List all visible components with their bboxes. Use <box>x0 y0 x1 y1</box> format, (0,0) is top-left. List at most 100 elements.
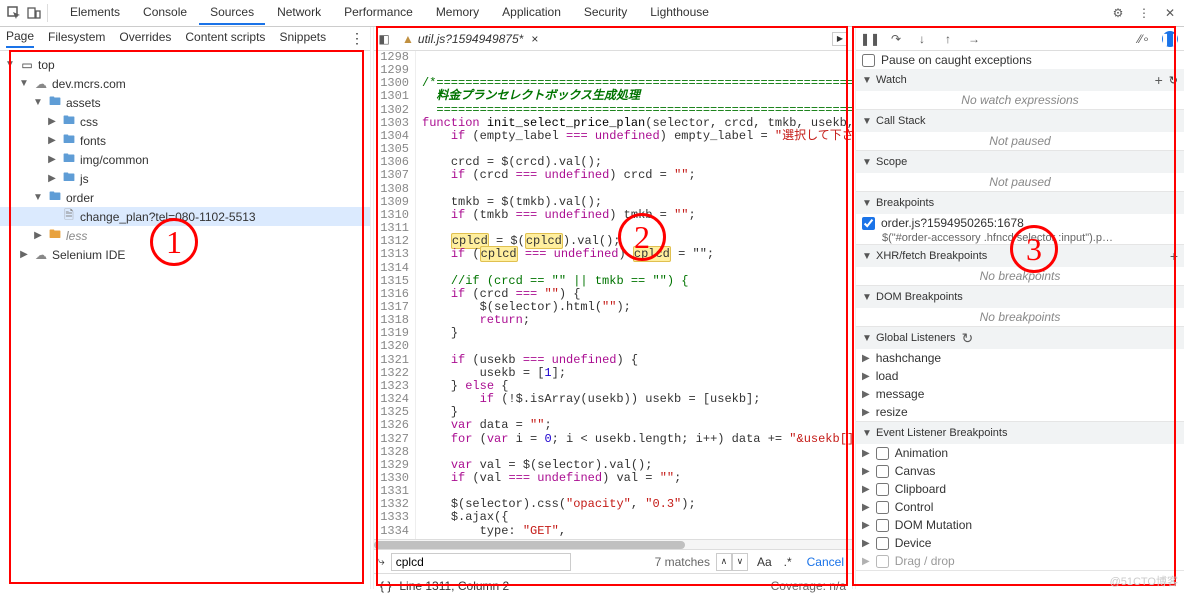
tab-memory[interactable]: Memory <box>425 1 490 25</box>
listener-item[interactable]: ▶resize <box>856 403 1184 421</box>
step-over-button[interactable]: ↷ <box>888 31 904 47</box>
label: fonts <box>80 134 106 148</box>
debugger-controls: ❚❚ ↷ ↓ ↑ → ⁄⁄∘ ❚❚ <box>856 27 1184 51</box>
tree-folder[interactable]: ▶🖿js <box>0 169 370 188</box>
listener-item[interactable]: ▶message <box>856 385 1184 403</box>
annotation-circle-1: 1 <box>150 218 198 266</box>
label: dev.mcrs.com <box>52 77 126 91</box>
step-button[interactable]: → <box>966 31 982 47</box>
tab-content-scripts[interactable]: Content scripts <box>185 30 265 47</box>
tree-top[interactable]: ▼▭top <box>0 55 370 74</box>
tab-performance[interactable]: Performance <box>333 1 424 25</box>
tab-snippets[interactable]: Snippets <box>279 30 326 47</box>
event-item[interactable]: ▶Drag / drop <box>856 552 1184 570</box>
pause-caught-checkbox[interactable] <box>862 54 875 67</box>
search-icon: ⤷ <box>378 555 385 569</box>
next-match-button[interactable]: ∨ <box>732 553 748 571</box>
label: Selenium IDE <box>52 248 125 262</box>
search-input[interactable] <box>391 553 571 571</box>
refresh-icon[interactable]: ↻ <box>962 330 974 347</box>
close-icon[interactable]: × <box>531 32 538 46</box>
tree-domain[interactable]: ▼☁dev.mcrs.com <box>0 74 370 93</box>
inspect-icon[interactable] <box>4 3 24 23</box>
listener-item[interactable]: ▶hashchange <box>856 349 1184 367</box>
prev-match-button[interactable]: ∧ <box>716 553 732 571</box>
warning-icon: ▲ <box>402 32 414 46</box>
listener-item[interactable]: ▶load <box>856 367 1184 385</box>
label: js <box>80 172 89 186</box>
panel-tabs: Elements Console Sources Network Perform… <box>59 1 1108 25</box>
file-tab[interactable]: ▲ util.js?1594949875* × <box>394 30 546 48</box>
label: order <box>66 191 94 205</box>
run-icon[interactable]: ▶ <box>832 32 848 46</box>
tab-security[interactable]: Security <box>573 1 638 25</box>
event-item[interactable]: ▶DOM Mutation <box>856 516 1184 534</box>
cancel-button[interactable]: Cancel <box>807 555 844 569</box>
step-out-button[interactable]: ↑ <box>940 31 956 47</box>
pause-caught-row[interactable]: Pause on caught exceptions <box>856 51 1184 69</box>
pause-button[interactable]: ❚❚ <box>862 31 878 47</box>
label: top <box>38 58 55 72</box>
file-name: util.js?1594949875* <box>418 32 523 46</box>
event-item[interactable]: ▶Device <box>856 534 1184 552</box>
xhr-empty: No breakpoints <box>856 267 1184 285</box>
deactivate-bp-button[interactable]: ⁄⁄∘ <box>1136 31 1152 47</box>
label: Pause on caught exceptions <box>881 53 1032 67</box>
watch-header[interactable]: ▼Watch+↻ <box>856 69 1184 91</box>
refresh-icon[interactable]: ↻ <box>1169 74 1178 87</box>
tab-application[interactable]: Application <box>491 1 572 25</box>
tab-lighthouse[interactable]: Lighthouse <box>639 1 720 25</box>
event-item[interactable]: ▶Canvas <box>856 462 1184 480</box>
history-icon[interactable]: ◧ <box>374 32 394 46</box>
pause-exceptions-button[interactable]: ❚❚ <box>1162 31 1178 47</box>
step-into-button[interactable]: ↓ <box>914 31 930 47</box>
main-toolbar: Elements Console Sources Network Perform… <box>0 0 1184 27</box>
event-header[interactable]: ▼Event Listener Breakpoints <box>856 422 1184 444</box>
tab-network[interactable]: Network <box>266 1 332 25</box>
status-bar: { } Line 1311, Column 2 Coverage: n/a <box>374 573 852 597</box>
tree-folder[interactable]: ▶🖿img/common <box>0 150 370 169</box>
tree-folder[interactable]: ▶🖿fonts <box>0 131 370 150</box>
editor-pane: ◧ ▲ util.js?1594949875* × ▶ 1298 1299 13… <box>374 27 852 589</box>
more-icon[interactable]: ⋮ <box>350 30 364 47</box>
tab-page[interactable]: Page <box>6 29 34 48</box>
event-item[interactable]: ▶Clipboard <box>856 480 1184 498</box>
close-icon[interactable]: ✕ <box>1160 3 1180 23</box>
navigator-tabs: Page Filesystem Overrides Content script… <box>0 27 370 51</box>
event-item[interactable]: ▶Animation <box>856 444 1184 462</box>
event-item[interactable]: ▶Control <box>856 498 1184 516</box>
tree-folder[interactable]: ▶🖿css <box>0 112 370 131</box>
breakpoints-header[interactable]: ▼Breakpoints <box>856 192 1184 214</box>
bp-checkbox[interactable] <box>862 217 875 230</box>
case-toggle[interactable]: Aa <box>754 555 775 569</box>
annotation-circle-3: 3 <box>1010 225 1058 273</box>
tab-console[interactable]: Console <box>132 1 198 25</box>
callstack-empty: Not paused <box>856 132 1184 150</box>
label: less <box>66 229 87 243</box>
regex-toggle[interactable]: .* <box>781 555 795 569</box>
tree-folder[interactable]: ▼🖿order <box>0 188 370 207</box>
annotation-circle-2: 2 <box>618 213 666 261</box>
tab-sources[interactable]: Sources <box>199 1 265 25</box>
dom-header[interactable]: ▼DOM Breakpoints <box>856 286 1184 308</box>
tab-filesystem[interactable]: Filesystem <box>48 30 105 47</box>
tab-overrides[interactable]: Overrides <box>119 30 171 47</box>
search-bar: ⤷ 7 matches ∧ ∨ Aa .* Cancel <box>374 549 852 573</box>
source-code[interactable]: /*======================================… <box>416 51 852 539</box>
global-header[interactable]: ▼Global Listeners↻ <box>856 327 1184 349</box>
scope-header[interactable]: ▼Scope <box>856 151 1184 173</box>
add-icon[interactable]: + <box>1170 248 1178 264</box>
braces-icon[interactable]: { } <box>380 579 391 593</box>
add-icon[interactable]: + <box>1155 72 1163 88</box>
line-gutter: 1298 1299 1300 1301 1302 1303 1304 1305 … <box>374 51 416 539</box>
scope-empty: Not paused <box>856 173 1184 191</box>
label: assets <box>66 96 101 110</box>
code-editor[interactable]: 1298 1299 1300 1301 1302 1303 1304 1305 … <box>374 51 852 539</box>
device-icon[interactable] <box>24 3 44 23</box>
h-scrollbar[interactable] <box>374 539 852 549</box>
tree-folder[interactable]: ▼🖿assets <box>0 93 370 112</box>
more-icon[interactable]: ⋮ <box>1134 3 1154 23</box>
callstack-header[interactable]: ▼Call Stack <box>856 110 1184 132</box>
tab-elements[interactable]: Elements <box>59 1 131 25</box>
gear-icon[interactable]: ⚙ <box>1108 3 1128 23</box>
